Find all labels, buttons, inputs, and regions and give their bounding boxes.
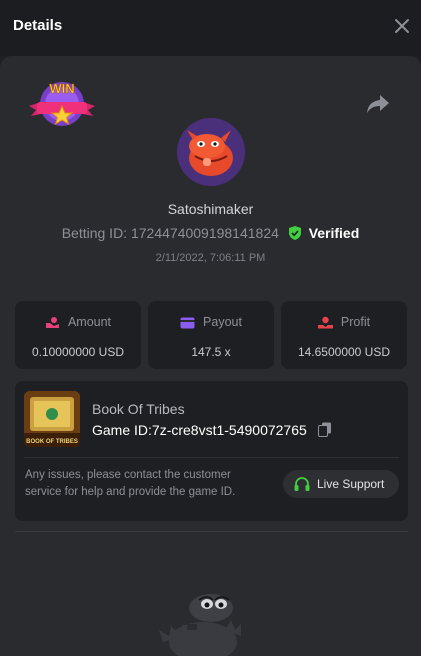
page-title: Details: [13, 17, 63, 34]
header: Details: [0, 0, 421, 56]
live-support-button[interactable]: Live Support: [283, 470, 399, 498]
game-thumb-text: BOOK OF TRIBES: [26, 439, 78, 445]
crocodile-mascot-icon: [159, 594, 241, 656]
stat-payout: Payout 147.5 x: [148, 301, 274, 369]
verified-label: Verified: [308, 225, 360, 241]
dragon-avatar-icon: [177, 118, 245, 186]
profit-icon: [317, 316, 333, 329]
stat-amount-label: Amount: [67, 315, 112, 329]
share-icon[interactable]: [366, 93, 390, 115]
game-id: Game ID:7z-cre8vst1-5490072765: [92, 422, 307, 438]
betting-id: Betting ID: 1724474009198141824: [61, 225, 279, 241]
stat-amount-value: 0.10000000 USD: [31, 345, 125, 359]
support-notice: Any issues, please contact the customer …: [25, 469, 236, 498]
game-thumbnail[interactable]: BOOK OF TRIBES: [24, 391, 80, 447]
divider: [24, 457, 399, 458]
stat-profit: Profit 14.6500000 USD: [281, 301, 407, 369]
headset-icon: [294, 477, 310, 491]
section-divider: [15, 531, 408, 532]
close-icon[interactable]: [393, 17, 411, 35]
live-support-label: Live Support: [317, 477, 385, 491]
stat-payout-value: 147.5 x: [191, 345, 231, 359]
stat-amount: Amount 0.10000000 USD: [15, 301, 141, 369]
amount-icon: [45, 317, 59, 328]
game-card: BOOK OF TRIBES Book Of Tribes Game ID:7z…: [15, 381, 408, 521]
username: Satoshimaker: [167, 201, 254, 217]
win-badge-icon: WIN: [29, 81, 95, 126]
copy-icon[interactable]: [318, 422, 332, 437]
book-of-tribes-icon: BOOK OF TRIBES: [24, 391, 80, 447]
stat-payout-label: Payout: [203, 315, 242, 329]
win-badge-text: WIN: [49, 81, 74, 96]
stat-profit-label: Profit: [340, 315, 371, 329]
betting-id-row: Betting ID: 1724474009198141824 Verified: [0, 225, 421, 241]
verified-shield-icon: [288, 226, 301, 240]
avatar: [177, 118, 245, 186]
bet-date: 2/11/2022, 7:06:11 PM: [155, 252, 266, 264]
stat-profit-value: 14.6500000 USD: [297, 345, 391, 359]
payout-icon: [180, 317, 195, 329]
game-name[interactable]: Book Of Tribes: [92, 401, 185, 417]
